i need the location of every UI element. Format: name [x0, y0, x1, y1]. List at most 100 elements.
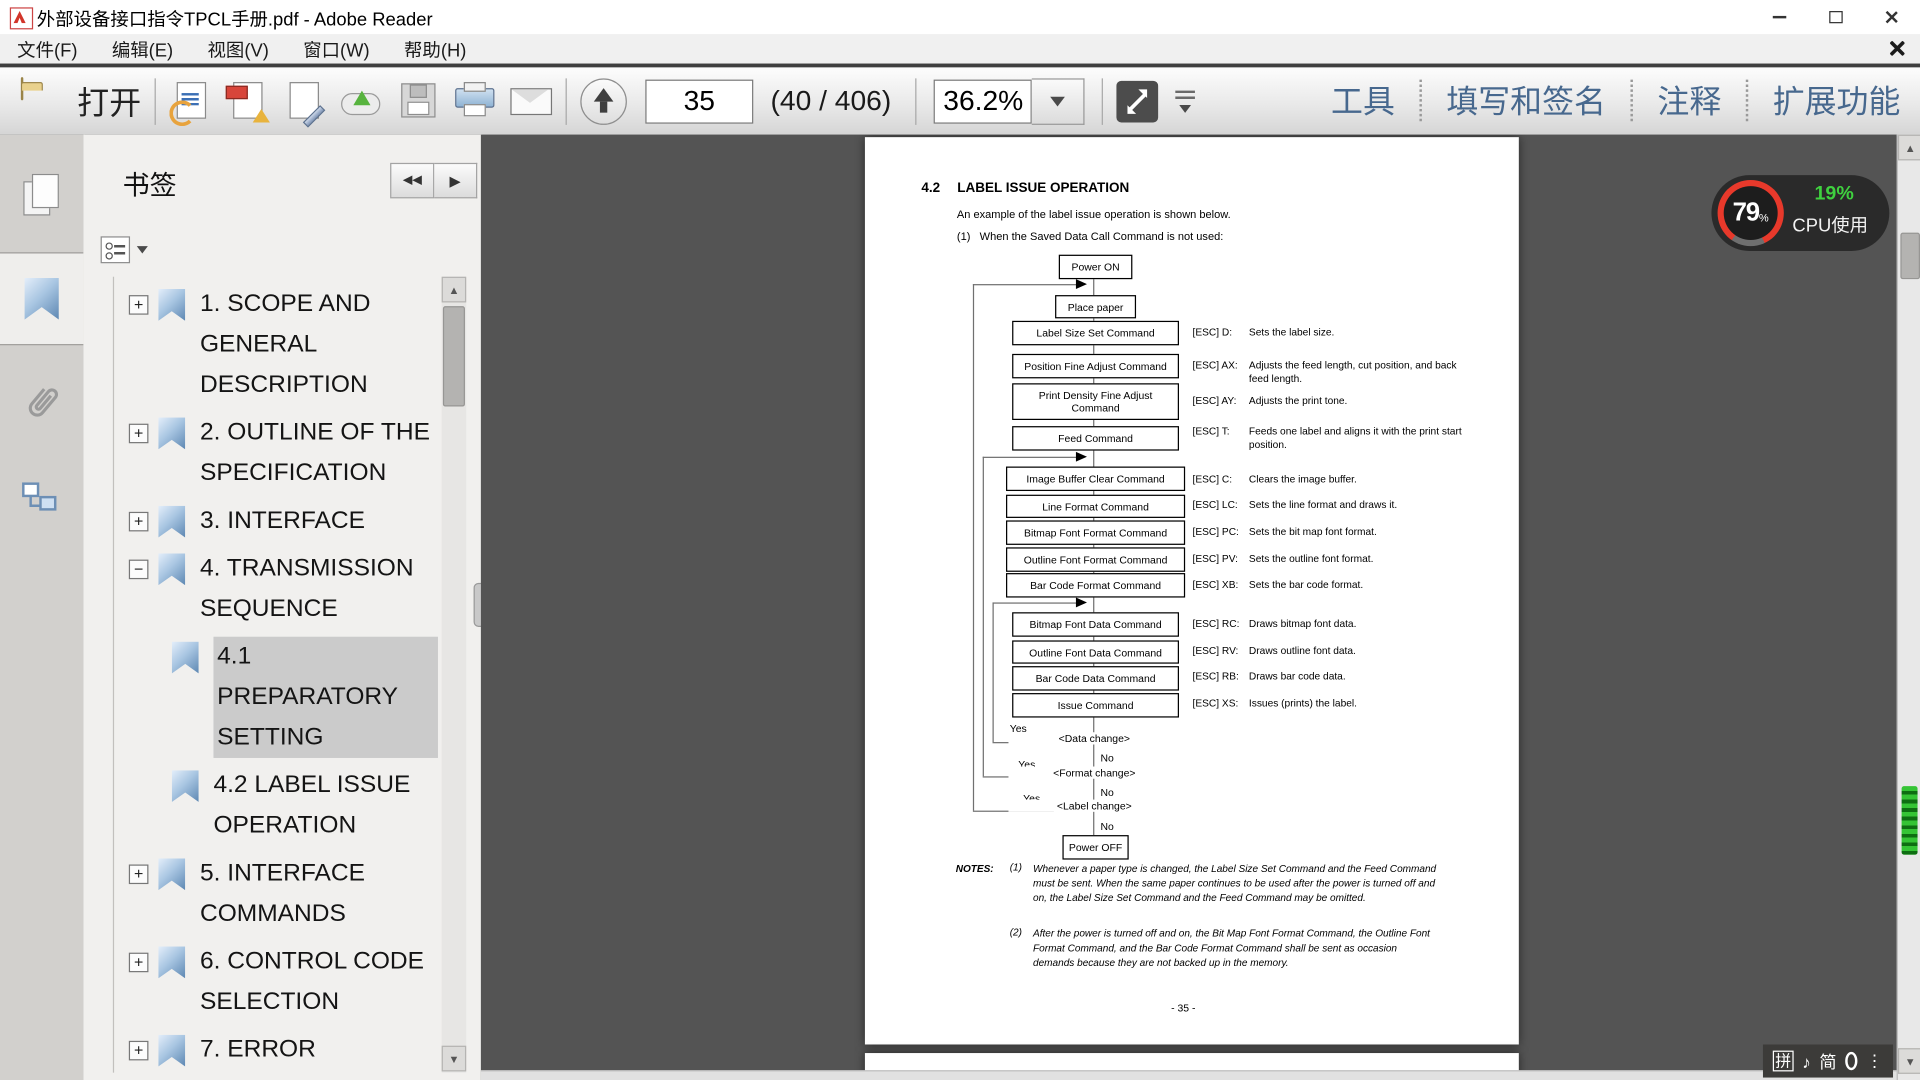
bookmark-item[interactable]: + 5. INTERFACE COMMANDS: [114, 853, 442, 934]
adobe-reader-window: 外部设备接口指令TPCL手册.pdf - Adobe Reader 文件(F) …: [0, 0, 1920, 1080]
sign-button[interactable]: [276, 74, 332, 128]
expander-icon[interactable]: +: [129, 424, 149, 444]
fill-sign-button[interactable]: 填写和签名: [1434, 77, 1618, 122]
close-document-icon[interactable]: [1887, 39, 1905, 57]
email-button[interactable]: [502, 74, 558, 128]
print-button[interactable]: [445, 74, 501, 128]
view-options-button[interactable]: [1165, 74, 1209, 128]
ime-settings-icon[interactable]: [1845, 1052, 1857, 1070]
bookmark-label[interactable]: 6. CONTROL CODE SELECTION: [200, 942, 440, 1023]
zoom-level-input[interactable]: [934, 79, 1032, 123]
menu-window[interactable]: 窗口(W): [286, 34, 387, 63]
bookmark-tree: + 1. SCOPE AND GENERAL DESCRIPTION + 2. …: [113, 277, 442, 1073]
note-text: Whenever a paper type is changed, the La…: [1033, 862, 1438, 905]
bookmark-label[interactable]: 1. SCOPE AND GENERAL DESCRIPTION: [200, 284, 440, 405]
menu-view[interactable]: 视图(V): [190, 34, 286, 63]
expander-icon[interactable]: +: [129, 953, 149, 973]
bookmark-item-selected[interactable]: 4.1 PREPARATORY SETTING: [114, 637, 442, 758]
scrollbar-thumb[interactable]: [1900, 233, 1920, 280]
ime-toolbar[interactable]: 拼 ♪ 简 ⋮: [1763, 1044, 1893, 1077]
bookmark-ribbon-icon: [158, 289, 185, 321]
export-pdf-button[interactable]: [163, 74, 219, 128]
bookmark-item[interactable]: + 3. INTERFACE: [114, 501, 442, 541]
bookmark-label[interactable]: 5. INTERFACE COMMANDS: [200, 853, 440, 934]
previous-view-button[interactable]: [574, 74, 633, 128]
horizontal-scrollbar[interactable]: [481, 1070, 1897, 1080]
scroll-up-button[interactable]: ▲: [1898, 135, 1920, 161]
flow-box: Line Format Command: [1006, 495, 1185, 518]
scroll-down-button[interactable]: ▼: [1898, 1048, 1920, 1074]
bookmark-ribbon-icon: [158, 553, 185, 585]
save-button[interactable]: [389, 74, 445, 128]
open-button[interactable]: 打开: [15, 74, 148, 128]
menu-edit[interactable]: 编辑(E): [95, 34, 191, 63]
bookmark-item[interactable]: + 7. ERROR: [114, 1030, 442, 1070]
close-button[interactable]: [1864, 0, 1920, 34]
expander-icon[interactable]: −: [129, 560, 149, 580]
layers-tab[interactable]: [0, 453, 83, 544]
flow-box: Power OFF: [1062, 835, 1128, 859]
flow-line: [993, 602, 1084, 603]
bookmark-label[interactable]: 4. TRANSMISSION SEQUENCE: [200, 549, 440, 630]
bookmark-ribbon-icon: [158, 418, 185, 450]
ime-simplified-icon[interactable]: 简: [1819, 1049, 1836, 1073]
esc-annotation: [ESC] AY:Adjusts the print tone.: [1192, 394, 1482, 407]
create-pdf-button[interactable]: [220, 74, 276, 128]
bookmark-ribbon-icon: [172, 770, 199, 802]
bookmark-item[interactable]: + 6. CONTROL CODE SELECTION: [114, 942, 442, 1023]
layers-icon: [21, 480, 63, 517]
fit-window-button[interactable]: [1111, 74, 1165, 128]
bookmark-options-button[interactable]: [101, 233, 155, 266]
esc-annotation: [ESC] XB:Sets the bar code format.: [1192, 578, 1482, 591]
esc-annotation: [ESC] RC:Draws bitmap font data.: [1192, 617, 1482, 630]
bookmark-item[interactable]: 4.2 LABEL ISSUE OPERATION: [114, 765, 442, 846]
cpu-usage-widget[interactable]: 79% 19% CPU使用: [1711, 175, 1889, 251]
expander-icon[interactable]: +: [129, 295, 149, 315]
menu-file[interactable]: 文件(F): [0, 34, 95, 63]
bookmark-label[interactable]: 2. OUTLINE OF THE SPECIFICATION: [200, 413, 440, 494]
cloud-upload-button[interactable]: [332, 74, 388, 128]
scroll-down-button[interactable]: ▼: [442, 1046, 467, 1072]
comment-button[interactable]: 注释: [1645, 77, 1733, 122]
bookmarks-tab[interactable]: [0, 252, 83, 345]
intro-text: An example of the label issue operation …: [957, 208, 1231, 220]
ime-sound-icon[interactable]: ♪: [1802, 1051, 1811, 1071]
panel-scrollbar[interactable]: ▲ ▼: [442, 277, 467, 1073]
bookmark-label[interactable]: 3. INTERFACE: [200, 501, 365, 541]
tools-button[interactable]: 工具: [1319, 77, 1407, 122]
bookmark-item[interactable]: − 4. TRANSMISSION SEQUENCE: [114, 549, 442, 630]
vertical-scrollbar[interactable]: ▲ ▼: [1897, 135, 1920, 1080]
page-number-input[interactable]: [645, 79, 753, 123]
expander-icon[interactable]: +: [129, 1041, 149, 1061]
flow-line: [973, 284, 1083, 285]
bookmark-icon: [25, 278, 59, 320]
bookmark-item[interactable]: + 2. OUTLINE OF THE SPECIFICATION: [114, 413, 442, 494]
scroll-up-button[interactable]: ▲: [442, 277, 467, 303]
expander-icon[interactable]: +: [129, 864, 149, 884]
expand-button[interactable]: ▶: [434, 163, 477, 199]
document-area: 4.2LABEL ISSUE OPERATION An example of t…: [481, 135, 1897, 1080]
decision-no: No: [1100, 820, 1113, 832]
navigation-strip: [0, 135, 85, 1080]
attachments-tab[interactable]: [0, 358, 83, 449]
ime-pinyin-icon[interactable]: 拼: [1773, 1051, 1794, 1072]
ime-menu-icon[interactable]: ⋮: [1866, 1051, 1883, 1072]
bookmark-label[interactable]: 4.2 LABEL ISSUE OPERATION: [213, 765, 434, 846]
extended-features-button[interactable]: 扩展功能: [1760, 77, 1912, 122]
restore-button[interactable]: [1807, 0, 1863, 34]
esc-annotation: [ESC] T:Feeds one label and aligns it wi…: [1192, 425, 1482, 451]
bookmark-ribbon-icon: [158, 858, 185, 890]
bookmark-label[interactable]: 7. ERROR: [200, 1030, 316, 1070]
case-line: (1) When the Saved Data Call Command is …: [957, 230, 1223, 242]
bookmark-item[interactable]: + 1. SCOPE AND GENERAL DESCRIPTION: [114, 284, 442, 405]
bookmark-label[interactable]: 4.1 PREPARATORY SETTING: [213, 637, 438, 758]
expander-icon[interactable]: +: [129, 512, 149, 532]
collapse-all-button[interactable]: ◀◀: [390, 163, 434, 199]
menu-help[interactable]: 帮助(H): [387, 34, 484, 63]
page-thumbnails-tab[interactable]: [0, 149, 83, 240]
scrollbar-thumb[interactable]: [443, 306, 465, 406]
esc-annotation: [ESC] C:Clears the image buffer.: [1192, 473, 1482, 486]
minimize-button[interactable]: [1751, 0, 1807, 34]
zoom-dropdown-button[interactable]: [1032, 78, 1085, 125]
bookmarks-panel: 书签 ◀◀ ▶ + 1. SCOPE AND GENERAL DESCRIPTI…: [83, 135, 482, 1080]
